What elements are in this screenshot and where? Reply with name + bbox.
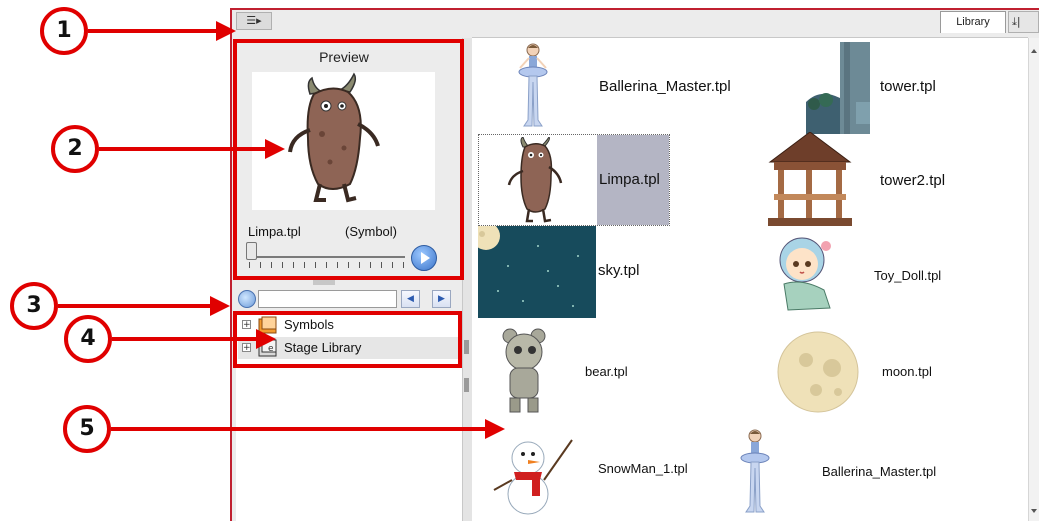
library-item-moon[interactable]: moon.tpl (776, 330, 980, 414)
library-item-label: bear.tpl (585, 364, 628, 379)
scroll-up-icon[interactable] (1029, 46, 1039, 56)
gazebo-thumbnail-icon (768, 132, 852, 226)
callout-arrow (112, 337, 258, 341)
ballerina-thumbnail-icon (740, 429, 770, 513)
sky-thumbnail-icon (478, 226, 596, 318)
library-item-label: Limpa.tpl (599, 171, 660, 188)
library-item-label: Ballerina_Master.tpl (822, 464, 937, 479)
preview-highlight-box (233, 39, 464, 280)
callout-3: 3 (10, 282, 58, 330)
tab-library[interactable]: Library (940, 11, 1006, 33)
library-item-ballerina-2[interactable]: Ballerina_Master.tpl (730, 428, 990, 518)
library-item-tower2[interactable]: tower2.tpl (760, 132, 980, 226)
library-item-bear[interactable]: bear.tpl (494, 326, 664, 416)
library-item-tower[interactable]: tower.tpl (800, 42, 980, 134)
search-icon[interactable] (238, 290, 256, 308)
library-item-label: sky.tpl (598, 262, 640, 279)
library-item-label: Toy_Doll.tpl (874, 268, 942, 283)
library-item-ballerina[interactable]: Ballerina_Master.tpl (478, 42, 768, 130)
callout-arrow (88, 29, 218, 33)
library-item-label: moon.tpl (882, 364, 932, 379)
tab-options-icon[interactable]: ⤓| (1008, 11, 1039, 33)
library-item-label: Ballerina_Master.tpl (599, 78, 731, 95)
library-item-snowman[interactable]: SnowMan_1.tpl (492, 428, 712, 518)
library-item-label: SnowMan_1.tpl (598, 461, 688, 476)
limpa-thumbnail-icon (507, 137, 563, 223)
callout-arrow (99, 147, 267, 151)
bear-thumbnail-icon (502, 328, 546, 413)
scroll-down-icon[interactable] (1029, 506, 1039, 516)
callout-4: 4 (64, 315, 112, 363)
callout-arrowhead (265, 139, 285, 159)
library-item-toy-doll[interactable]: Toy_Doll.tpl (766, 228, 980, 318)
search-previous-button[interactable]: ◀ (401, 290, 420, 308)
callout-arrowhead (485, 419, 505, 439)
collapse-right-icon[interactable] (464, 378, 469, 392)
callout-arrowhead (210, 296, 230, 316)
snowman-thumbnail-icon (493, 439, 573, 515)
search-input[interactable] (258, 290, 397, 308)
ballerina-thumbnail-icon (518, 43, 548, 127)
search-next-button[interactable]: ▶ (432, 290, 451, 308)
view-menu-button[interactable]: ☰▸ (236, 12, 272, 30)
moon-thumbnail-icon (777, 331, 859, 413)
callout-1: 1 (40, 7, 88, 55)
library-item-limpa[interactable]: Limpa.tpl (478, 134, 670, 226)
callout-5: 5 (63, 405, 111, 453)
callout-arrow (58, 304, 212, 308)
library-item-sky[interactable]: sky.tpl (478, 226, 678, 318)
library-item-label: tower2.tpl (880, 172, 946, 189)
library-item-label: tower.tpl (880, 78, 936, 95)
collapse-left-icon[interactable] (464, 340, 469, 354)
callout-2: 2 (51, 125, 99, 173)
doll-thumbnail-icon (779, 237, 831, 311)
callout-arrow (111, 427, 487, 431)
tower-thumbnail-icon (806, 42, 870, 134)
vertical-scrollbar[interactable] (1028, 38, 1039, 521)
callout-arrowhead (216, 21, 236, 41)
callout-arrowhead (256, 329, 276, 349)
